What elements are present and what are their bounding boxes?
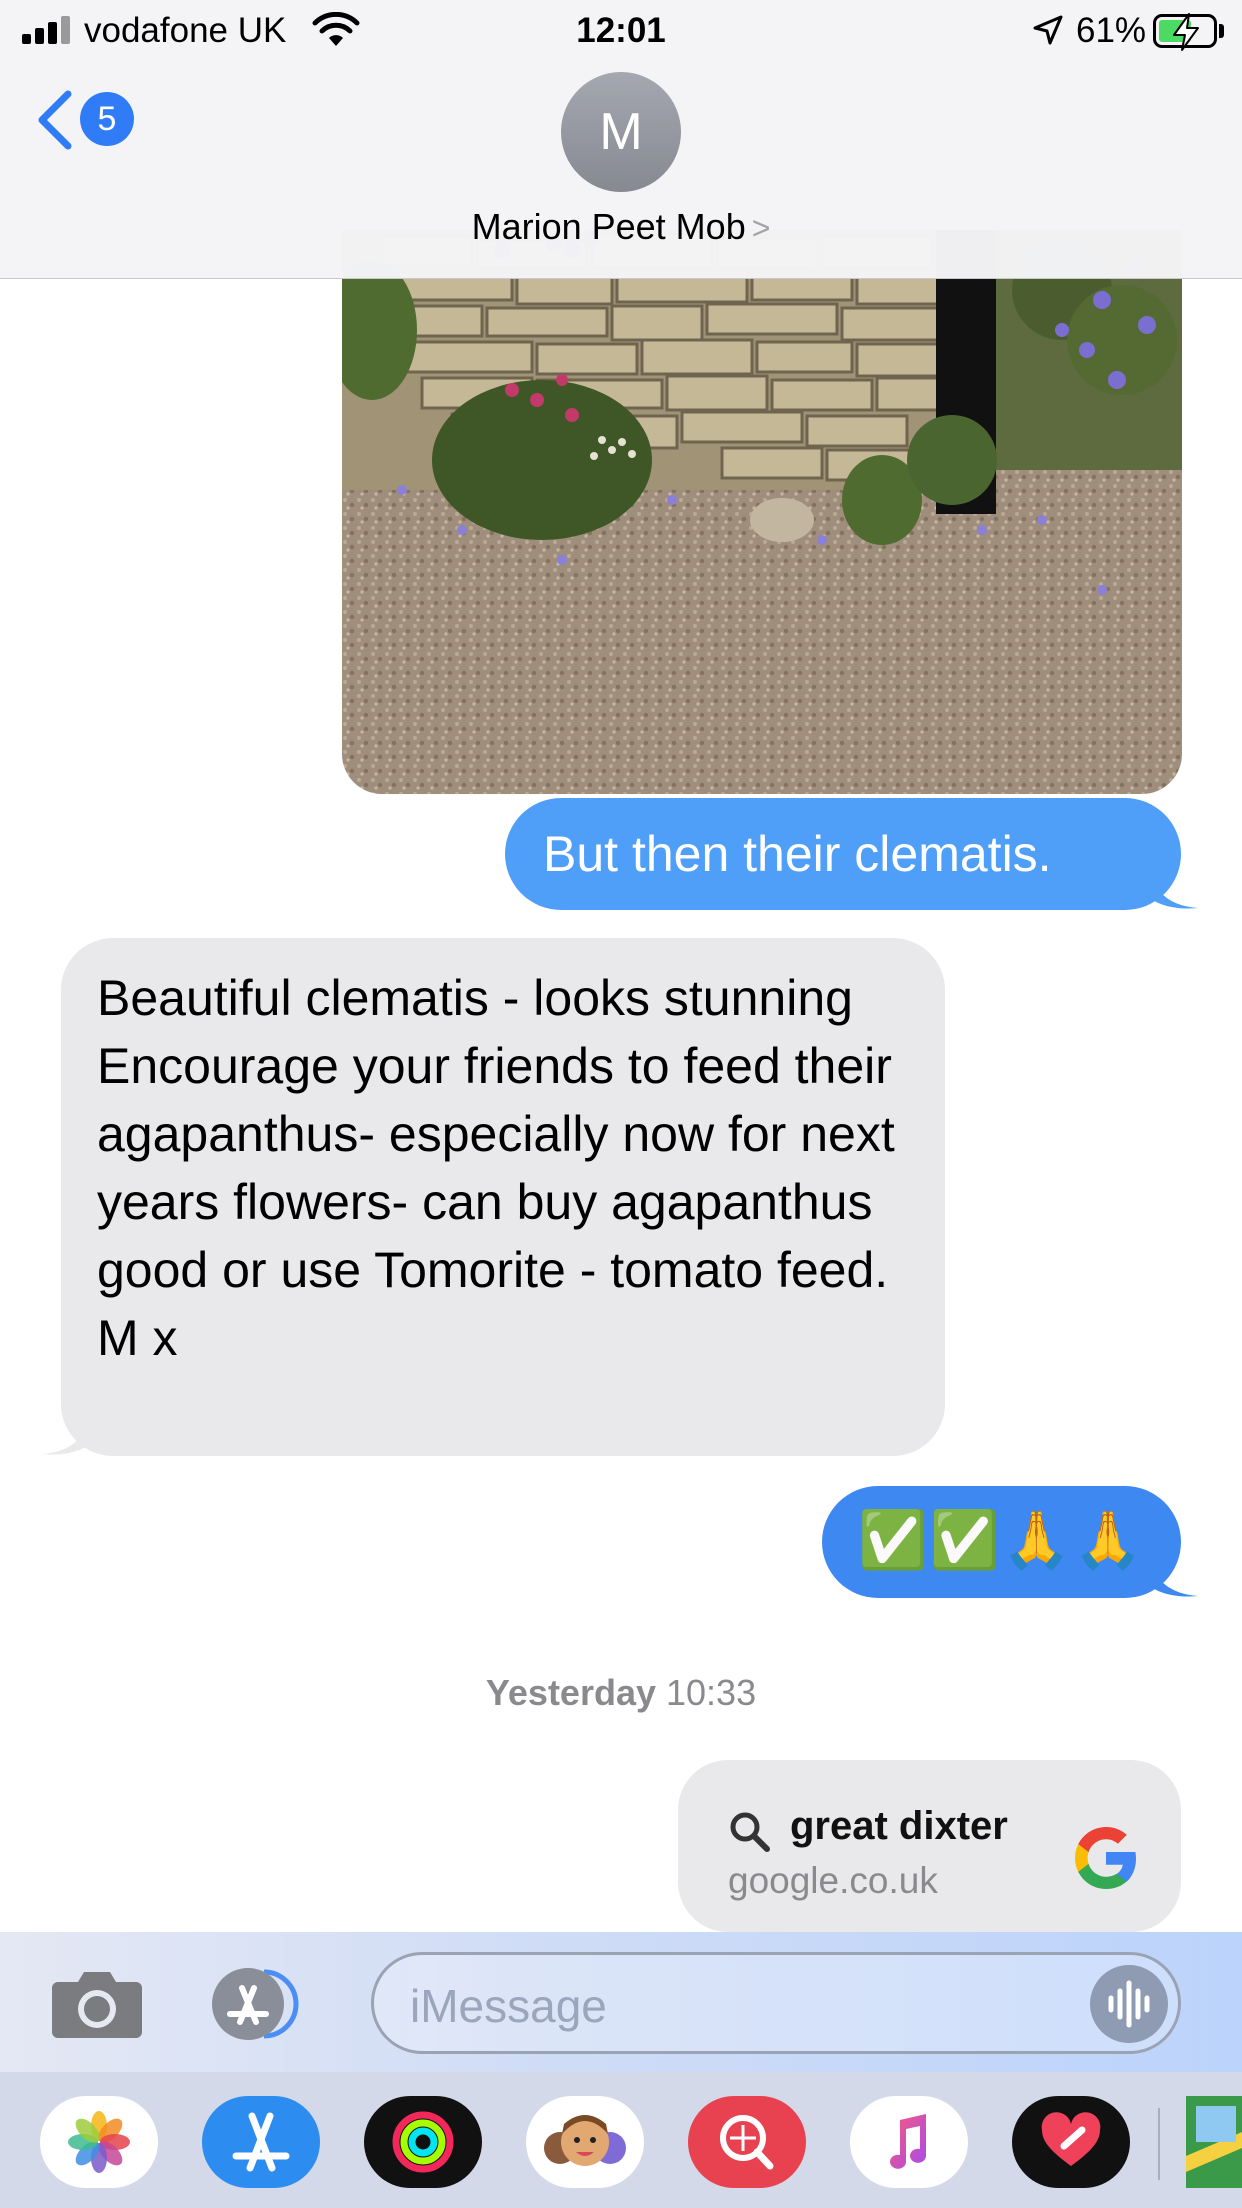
outgoing-emoji-message[interactable]: ✅✅🙏🙏 (822, 1486, 1181, 1598)
image-search-icon (720, 2115, 774, 2170)
activity-app-button[interactable] (364, 2096, 482, 2188)
app-store-icon (212, 1968, 299, 2040)
contact-name[interactable]: Marion Peet Mob > (0, 206, 1242, 248)
battery-cap (1219, 24, 1224, 38)
memoji-app-button[interactable] (526, 2096, 644, 2188)
status-bar: vodafone UK 12:01 61% (0, 0, 1242, 62)
link-title: great dixter (790, 1804, 1008, 1848)
memoji-icon (544, 2115, 626, 2166)
message-text: But then their clematis. (543, 826, 1052, 882)
incoming-bubble-tail (42, 1416, 90, 1455)
photos-app-button[interactable] (40, 2096, 158, 2188)
audio-message-button[interactable] (1090, 1965, 1168, 2043)
app-store-apps-button[interactable] (210, 1966, 314, 2042)
camera-icon[interactable] (50, 1968, 144, 2040)
imessage-app-drawer (0, 2072, 1242, 2208)
activity-icon (392, 2111, 454, 2173)
charging-bolt-icon (1173, 13, 1199, 51)
message-timestamp: Yesterday 10:33 (0, 1672, 1242, 1714)
maps-icon (1186, 2096, 1242, 2188)
maps-app-button[interactable] (1186, 2096, 1242, 2188)
link-domain: google.co.uk (728, 1860, 938, 1901)
message-input-bar: iMessage (0, 1932, 1242, 2072)
battery-percentage: 61% (1076, 11, 1147, 50)
drawer-divider (1158, 2108, 1160, 2180)
photos-icon (68, 2111, 130, 2173)
link-preview-card[interactable]: great dixter google.co.uk (678, 1760, 1181, 1932)
chevron-right-icon: > (751, 210, 771, 246)
music-note-icon (890, 2114, 926, 2169)
heart-icon (1041, 2112, 1101, 2166)
contact-name-label: Marion Peet Mob (471, 206, 746, 247)
chevron-left-icon (38, 90, 72, 150)
outgoing-message[interactable]: But then their clematis. (505, 798, 1181, 910)
photo-attachment[interactable] (342, 230, 1182, 794)
location-arrow-icon (1033, 15, 1063, 45)
timestamp-day: Yesterday (485, 1672, 656, 1713)
incoming-message[interactable]: Beautiful clematis - looks stunning Enco… (61, 938, 945, 1456)
search-icon (730, 1812, 770, 1852)
unread-count-badge: 5 (80, 92, 134, 146)
imessage-text-field[interactable]: iMessage (371, 1952, 1181, 2054)
waveform-icon (1108, 1980, 1150, 2028)
google-logo-icon (1075, 1827, 1136, 1889)
garden-wall-photo (342, 230, 1182, 794)
timestamp-time: 10:33 (666, 1672, 757, 1713)
message-placeholder: iMessage (410, 1980, 607, 2032)
music-app-button[interactable] (850, 2096, 968, 2188)
digital-touch-app-button[interactable] (1012, 2096, 1130, 2188)
message-text: ✅✅🙏🙏 (858, 1508, 1145, 1571)
outgoing-bubble-tail (1150, 870, 1198, 909)
images-search-app-button[interactable] (688, 2096, 806, 2188)
app-store-icon (232, 2112, 290, 2172)
contact-avatar[interactable]: M (561, 72, 681, 192)
app-store-app-button[interactable] (202, 2096, 320, 2188)
outgoing-bubble-tail (1150, 1558, 1198, 1597)
back-button[interactable]: 5 (34, 86, 144, 152)
